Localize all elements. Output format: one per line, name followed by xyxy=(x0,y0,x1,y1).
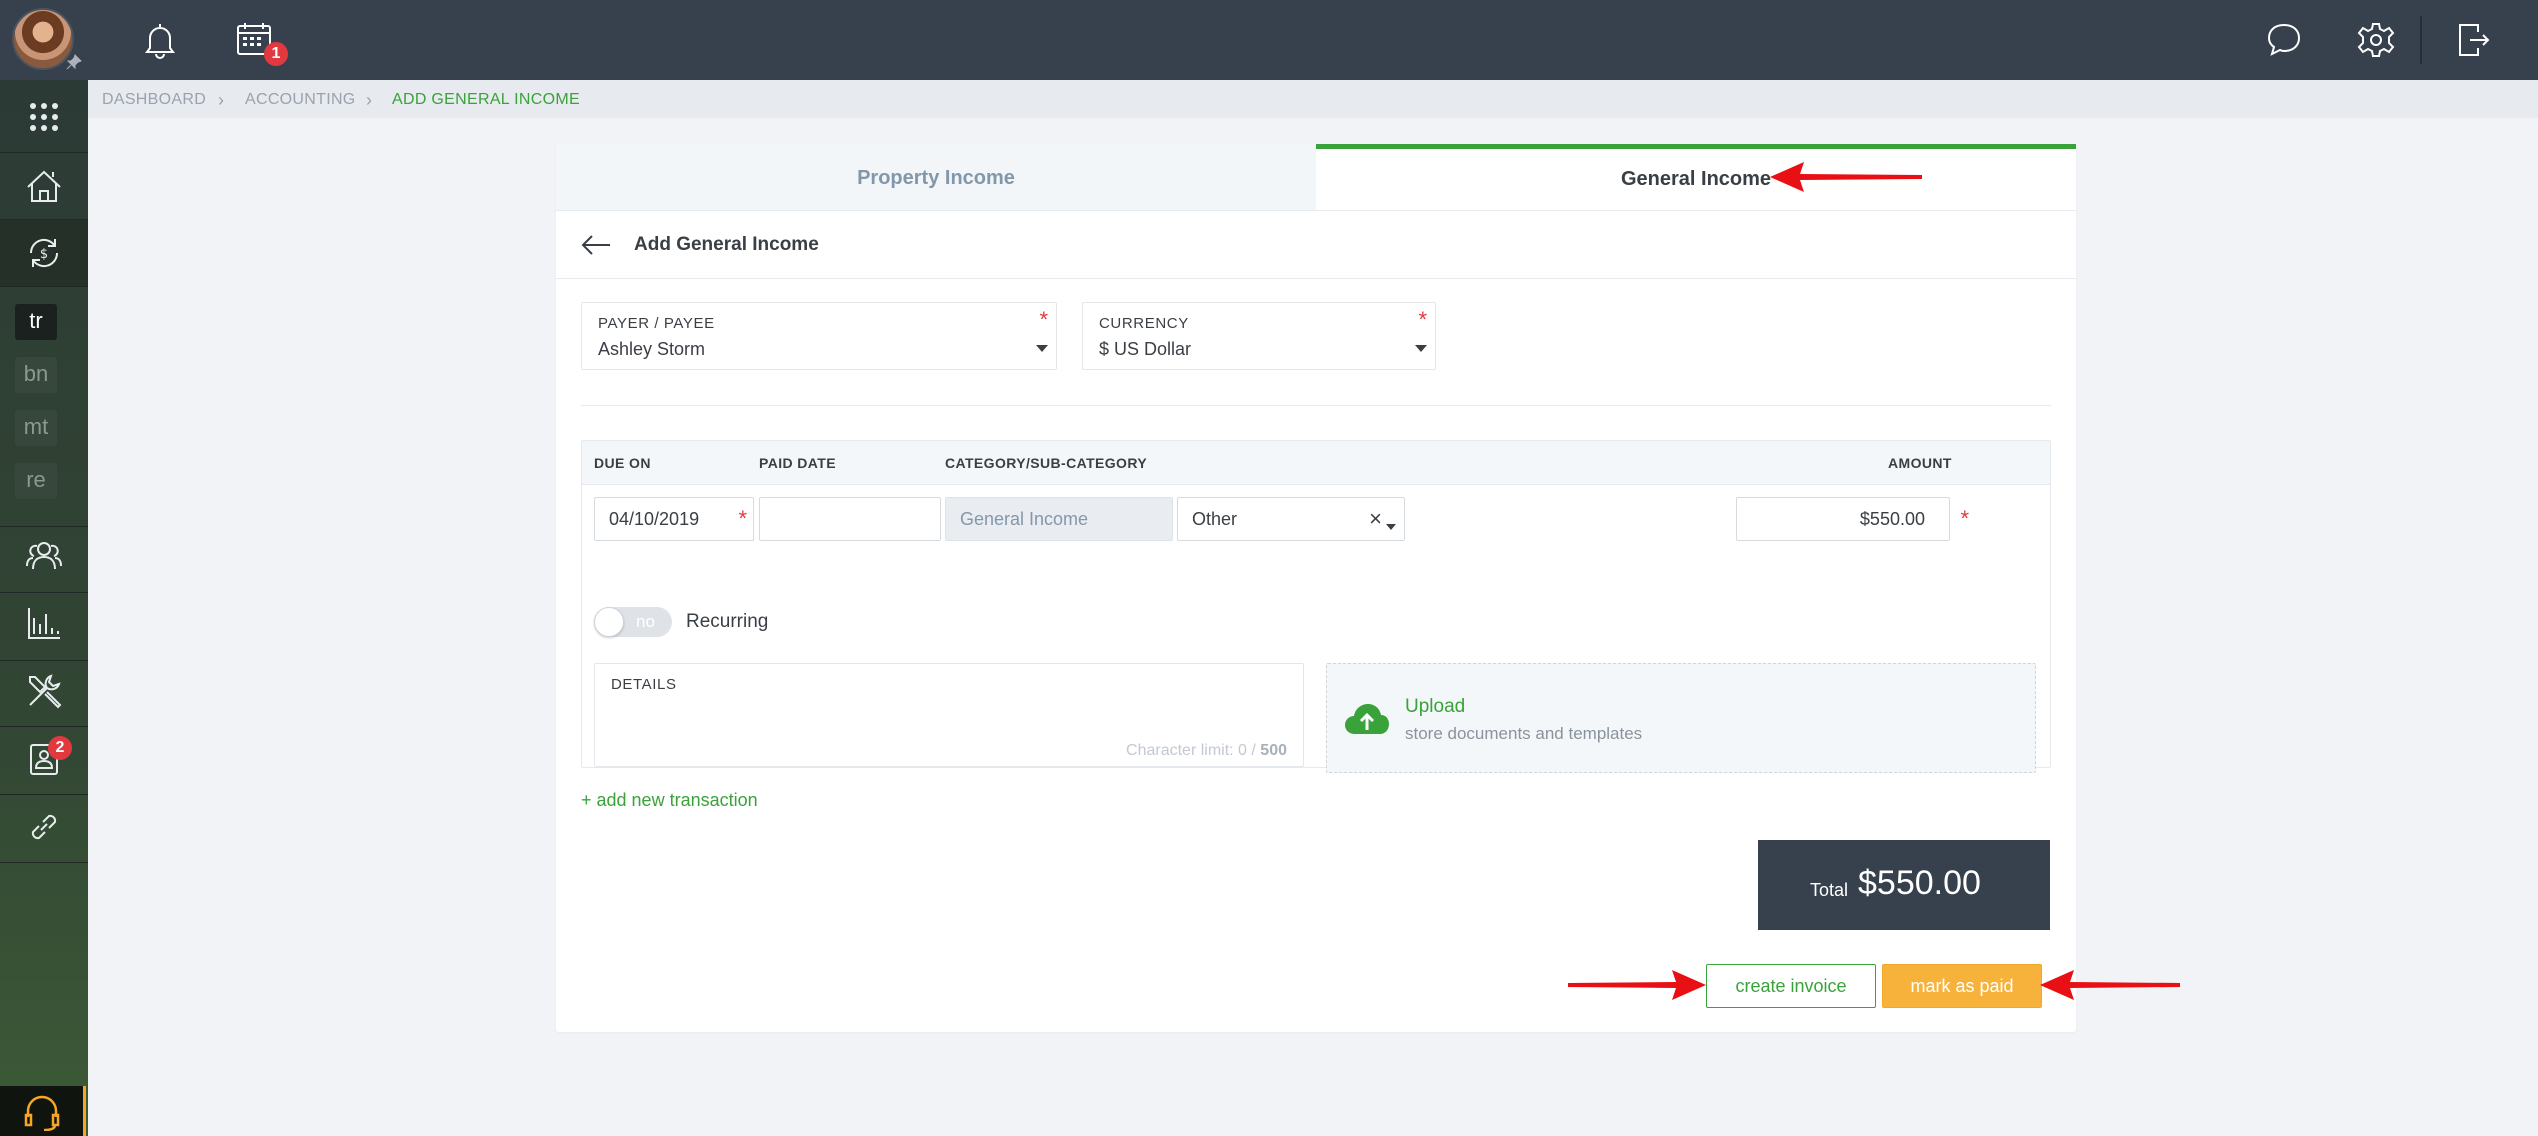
sidebar-abbr-bn[interactable]: bn xyxy=(15,357,57,393)
contacts-badge: 2 xyxy=(48,736,72,760)
breadcrumb-dashboard[interactable]: DASHBOARD xyxy=(102,80,206,118)
total-box: Total $550.00 xyxy=(1758,840,2050,930)
user-avatar[interactable] xyxy=(12,8,74,70)
amount-input[interactable]: $550.00 * xyxy=(1736,497,1969,541)
details-textarea[interactable]: DETAILS Character limit: 0 / 500 xyxy=(594,663,1304,767)
total-value: $550.00 xyxy=(1858,864,1981,902)
annotation-arrow-left-icon xyxy=(2040,968,2180,1002)
maintenance-tools-icon[interactable] xyxy=(0,658,88,724)
payer-payee-select[interactable]: PAYER / PAYEE Ashley Storm * xyxy=(581,302,1057,370)
logout-icon[interactable] xyxy=(2452,20,2492,60)
category-select: General Income xyxy=(945,497,1173,541)
required-mark: * xyxy=(1418,307,1427,332)
support-headset-icon[interactable] xyxy=(0,1086,86,1136)
chevron-down-icon xyxy=(1415,345,1427,352)
breadcrumb-accounting[interactable]: ACCOUNTING xyxy=(245,80,356,118)
tenant-profile-icon[interactable] xyxy=(0,726,88,792)
subcategory-select[interactable]: Other × xyxy=(1177,497,1405,541)
details-label: DETAILS xyxy=(611,676,677,693)
back-arrow-icon[interactable] xyxy=(580,229,612,261)
upload-subtitle: store documents and templates xyxy=(1405,724,1643,743)
chevron-down-icon xyxy=(1036,345,1048,352)
col-paid-date: PAID DATE xyxy=(759,455,836,471)
toggle-knob xyxy=(594,607,624,637)
breadcrumb-current: ADD GENERAL INCOME xyxy=(392,91,580,108)
payer-payee-value: Ashley Storm xyxy=(598,339,706,359)
annotation-arrow-left-icon xyxy=(1770,160,1922,194)
col-category: CATEGORY/SUB-CATEGORY xyxy=(945,455,1148,471)
clear-x-icon[interactable]: × xyxy=(1369,498,1382,540)
payer-payee-label: PAYER / PAYEE xyxy=(598,315,715,332)
transactions-header: DUE ON PAID DATE CATEGORY/SUB-CATEGORY A… xyxy=(582,441,2050,485)
recurring-toggle[interactable]: no xyxy=(594,607,672,637)
sidebar-abbr-mt[interactable]: mt xyxy=(15,410,57,446)
currency-select[interactable]: CURRENCY $ US Dollar * xyxy=(1082,302,1436,370)
recurring-label: Recurring xyxy=(686,611,769,632)
character-limit: Character limit: 0 / 500 xyxy=(1126,742,1287,759)
gear-icon[interactable] xyxy=(2356,20,2396,60)
chat-icon[interactable] xyxy=(2264,20,2304,60)
chevron-down-icon xyxy=(1386,524,1396,530)
income-card: Property Income General Income Add Gener… xyxy=(556,144,2076,1032)
apps-grid-icon[interactable] xyxy=(0,84,88,150)
properties-icon[interactable] xyxy=(0,153,88,219)
required-mark: * xyxy=(1039,307,1048,332)
form-header: Add General Income xyxy=(556,211,2076,279)
toggle-state: no xyxy=(636,612,655,631)
due-on-value: 04/10/2019 xyxy=(609,509,700,529)
topbar-divider xyxy=(2420,16,2422,64)
reports-chart-icon[interactable] xyxy=(0,590,88,656)
top-bar: 1 xyxy=(0,0,2538,80)
breadcrumb-chevron-icon: › xyxy=(366,90,372,110)
amount-value: $550.00 xyxy=(1859,509,1925,529)
transactions-panel: DUE ON PAID DATE CATEGORY/SUB-CATEGORY A… xyxy=(581,440,2051,773)
sidebar-abbr-tr[interactable]: tr xyxy=(15,304,57,340)
upload-title[interactable]: Upload xyxy=(1405,696,1465,718)
breadcrumb-chevron-icon: › xyxy=(218,90,224,110)
cloud-upload-icon xyxy=(1343,700,1391,740)
due-on-input[interactable]: 04/10/2019 * xyxy=(594,497,754,541)
sidebar-abbr-re[interactable]: re xyxy=(15,463,57,499)
calendar-badge: 1 xyxy=(264,42,288,66)
required-mark: * xyxy=(738,506,747,531)
contacts-icon[interactable] xyxy=(0,522,88,588)
currency-value: $ US Dollar xyxy=(1099,339,1192,359)
col-amount: AMOUNT xyxy=(1888,455,1952,471)
tab-general-income[interactable]: General Income xyxy=(1316,144,2076,210)
tab-property-income[interactable]: Property Income xyxy=(556,144,1316,210)
mark-as-paid-button[interactable]: mark as paid xyxy=(1882,964,2042,1008)
accounting-icon[interactable]: $ xyxy=(0,220,88,286)
required-mark: * xyxy=(1960,506,1969,531)
upload-dropzone[interactable]: Upload store documents and templates xyxy=(1326,663,2036,773)
total-label: Total xyxy=(1810,880,1849,900)
subcategory-value: Other xyxy=(1192,509,1238,529)
sidebar: $ tr bn mt re 2 xyxy=(0,80,88,1136)
section-divider xyxy=(581,405,2051,406)
category-value: General Income xyxy=(960,509,1089,529)
currency-label: CURRENCY xyxy=(1099,315,1189,332)
bell-icon[interactable] xyxy=(140,20,180,60)
col-due-on: DUE ON xyxy=(594,455,651,471)
link-icon[interactable] xyxy=(0,794,88,860)
pin-icon[interactable] xyxy=(66,54,82,70)
paid-date-input[interactable] xyxy=(759,497,941,541)
page-title: Add General Income xyxy=(634,234,819,255)
annotation-arrow-right-icon xyxy=(1568,968,1706,1002)
add-new-transaction-link[interactable]: + add new transaction xyxy=(581,790,758,811)
create-invoice-button[interactable]: create invoice xyxy=(1706,964,1876,1008)
svg-text:$: $ xyxy=(40,247,48,262)
breadcrumb: DASHBOARD › ACCOUNTING › ADD GENERAL INC… xyxy=(88,80,2538,118)
